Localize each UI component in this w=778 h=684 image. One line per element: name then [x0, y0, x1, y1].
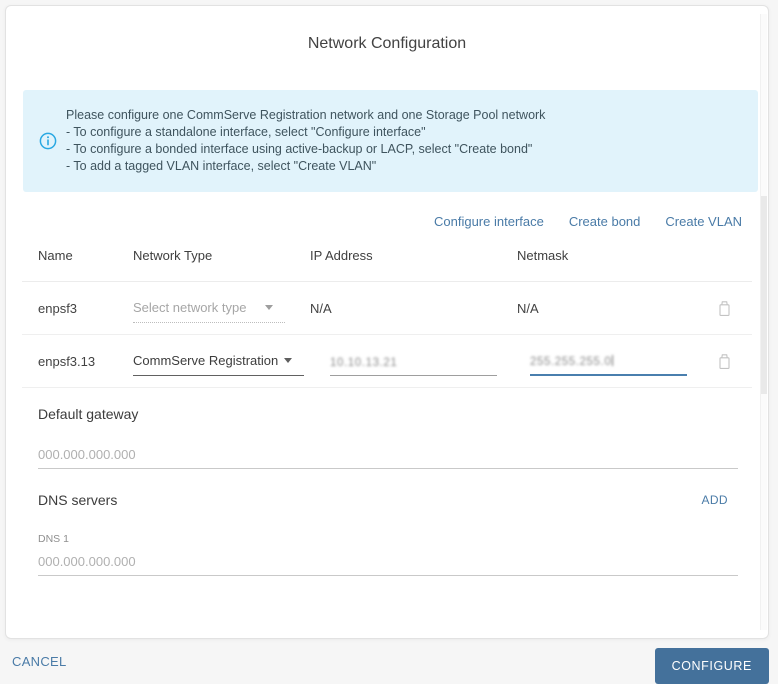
table-header-row: Name Network Type IP Address Netmask	[22, 229, 752, 282]
info-line: - To configure a bonded interface using …	[66, 141, 545, 158]
column-header-name: Name	[38, 248, 133, 263]
netmask-input[interactable]: 255.255.255.0	[530, 346, 687, 376]
network-type-select[interactable]: CommServe Registration	[133, 346, 304, 376]
delete-interface-button[interactable]	[716, 299, 732, 317]
network-type-select-value: CommServe Registration	[133, 353, 278, 368]
column-header-network-type: Network Type	[133, 248, 310, 263]
info-banner: Please configure one CommServe Registrat…	[23, 90, 758, 192]
ip-address-value: 10.10.13.21	[330, 357, 397, 369]
netmask-value: 255.255.255.0	[530, 355, 613, 368]
default-gateway-label: Default gateway	[38, 405, 768, 423]
interfaces-table: Name Network Type IP Address Netmask enp…	[22, 229, 752, 388]
dns1-input[interactable]	[38, 554, 738, 575]
network-type-select-value: Select network type	[133, 300, 246, 315]
info-line: - To add a tagged VLAN interface, select…	[66, 158, 545, 175]
create-vlan-link[interactable]: Create VLAN	[665, 214, 742, 229]
trash-icon	[717, 353, 732, 370]
dns1-label: DNS 1	[38, 533, 768, 546]
chevron-down-icon	[265, 305, 273, 310]
scrollbar-thumb[interactable]	[761, 196, 767, 394]
network-configuration-dialog: Network Configuration Please configure o…	[5, 5, 769, 639]
ip-address-value: N/A	[310, 301, 517, 316]
cancel-button[interactable]: CANCEL	[12, 654, 67, 669]
interface-name: enpsf3	[38, 301, 133, 316]
delete-interface-button[interactable]	[716, 352, 732, 370]
column-header-netmask: Netmask	[517, 248, 716, 263]
info-text: Please configure one CommServe Registrat…	[66, 107, 545, 175]
default-gateway-field	[38, 443, 738, 469]
trash-icon	[717, 300, 732, 317]
scrollbar[interactable]	[760, 14, 767, 630]
default-gateway-input[interactable]	[38, 447, 738, 468]
info-icon	[39, 132, 57, 150]
dns-servers-label: DNS servers	[38, 491, 117, 509]
chevron-down-icon	[284, 358, 292, 363]
ip-address-input[interactable]: 10.10.13.21	[330, 346, 497, 376]
column-header-ip-address: IP Address	[310, 248, 517, 263]
network-type-select[interactable]: Select network type	[133, 293, 285, 323]
add-dns-button[interactable]: ADD	[701, 493, 728, 507]
dialog-title: Network Configuration	[6, 34, 768, 54]
dns1-field	[38, 550, 738, 576]
netmask-value: N/A	[517, 301, 716, 316]
info-line: - To configure a standalone interface, s…	[66, 124, 545, 141]
configure-interface-link[interactable]: Configure interface	[434, 214, 544, 229]
create-bond-link[interactable]: Create bond	[569, 214, 641, 229]
table-row: enpsf3.13 CommServe Registration 10.10.1…	[22, 335, 752, 388]
dns-servers-header: DNS servers ADD	[38, 491, 728, 509]
info-line: Please configure one CommServe Registrat…	[66, 107, 545, 124]
table-row: enpsf3 Select network type N/A N/A	[22, 282, 752, 335]
interface-name: enpsf3.13	[38, 354, 133, 369]
table-toolbar: Configure interface Create bond Create V…	[6, 214, 742, 229]
configure-button[interactable]: CONFIGURE	[655, 648, 769, 684]
